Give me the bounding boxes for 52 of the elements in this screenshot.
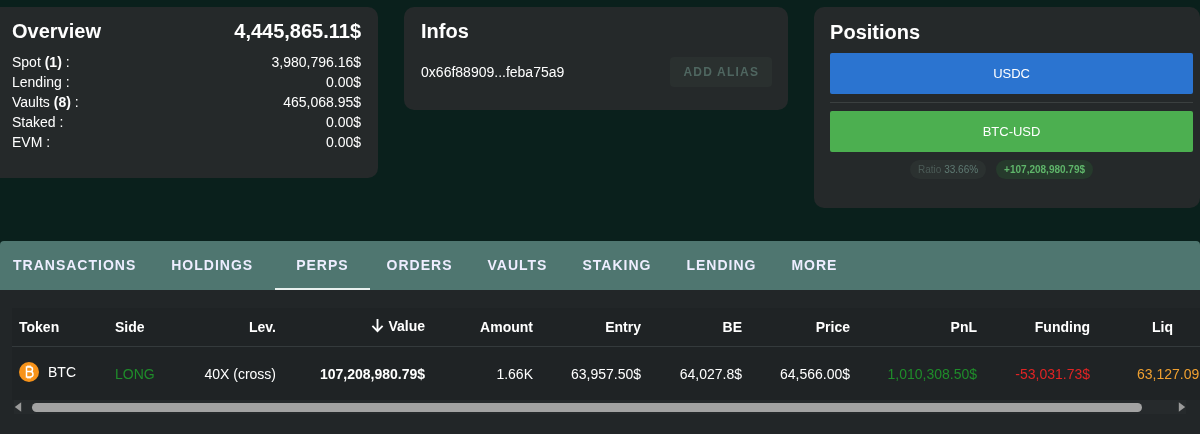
wallet-address: 0x66f88909...feba75a9 (421, 64, 565, 80)
card-title: Infos (421, 20, 469, 42)
table-cell: 63,957.50$ (570, 365, 641, 382)
total-value: 4,445,865.11$ (234, 20, 362, 43)
balance-label: Vaults (8) : (12, 93, 79, 112)
balance-value: 0.00$ (326, 133, 362, 152)
table-cell: BTC (48, 364, 76, 380)
tab[interactable]: HOLDINGS (161, 241, 264, 290)
table-cell: 40X (cross) (204, 365, 276, 382)
balance-label: Spot (1) : (12, 53, 70, 72)
card-title: Positions (830, 21, 921, 43)
balance-label: Lending : (12, 73, 70, 92)
column-header[interactable]: Price (815, 319, 850, 335)
balance-value: 0.00$ (326, 73, 362, 92)
table-cell: LONG (115, 365, 155, 382)
pnl-badge: +107,208,980.79$ (996, 160, 1094, 179)
table-cell: 1,010,308.50$ (887, 365, 977, 382)
column-header[interactable]: Value (388, 317, 425, 334)
table-cell: -53,031.73$ (1015, 365, 1090, 382)
tab[interactable]: LENDING (676, 241, 767, 290)
balance-label: Staked : (12, 113, 64, 132)
tab[interactable]: ORDERS (376, 241, 463, 290)
balance-label: EVM : (12, 133, 51, 152)
column-header[interactable]: Funding (1034, 319, 1090, 335)
table-cell: 107,208,980.79$ (319, 365, 425, 382)
column-header[interactable]: Token (19, 319, 60, 335)
balance-value: 465,068.95$ (283, 93, 362, 112)
tab[interactable]: STAKING (572, 241, 662, 290)
tab[interactable]: TRANSACTIONS (3, 241, 147, 290)
sort-arrow-icon[interactable] (371, 318, 385, 334)
column-header[interactable]: PnL (950, 319, 977, 335)
scroll-right-icon[interactable] (1178, 402, 1186, 412)
balance-value: 3,980,796.16$ (271, 53, 362, 72)
column-header[interactable]: Entry (605, 319, 641, 335)
position-bar[interactable]: USDC (830, 53, 1193, 94)
tab[interactable]: VAULTS (477, 241, 558, 290)
scroll-left-icon[interactable] (14, 402, 22, 412)
scrollbar-thumb[interactable] (32, 402, 1142, 412)
table-cell: 1.66K (496, 365, 533, 382)
card-title: Overview (12, 20, 101, 43)
column-header[interactable]: Amount (480, 319, 533, 335)
column-header[interactable]: BE (722, 319, 742, 335)
column-header[interactable]: Lev. (249, 319, 276, 335)
column-header[interactable]: Liq (1152, 319, 1173, 335)
horizontal-scrollbar[interactable] (14, 400, 1186, 414)
balance-value: 0.00$ (326, 113, 362, 132)
table-cell: 64,566.00$ (779, 365, 850, 382)
column-header[interactable]: Side (115, 319, 145, 335)
table-cell: 64,027.8$ (679, 365, 742, 382)
table-cell: 63,127.09 (1137, 365, 1200, 382)
coin-icon (19, 362, 39, 382)
tab[interactable]: MORE (781, 241, 848, 290)
